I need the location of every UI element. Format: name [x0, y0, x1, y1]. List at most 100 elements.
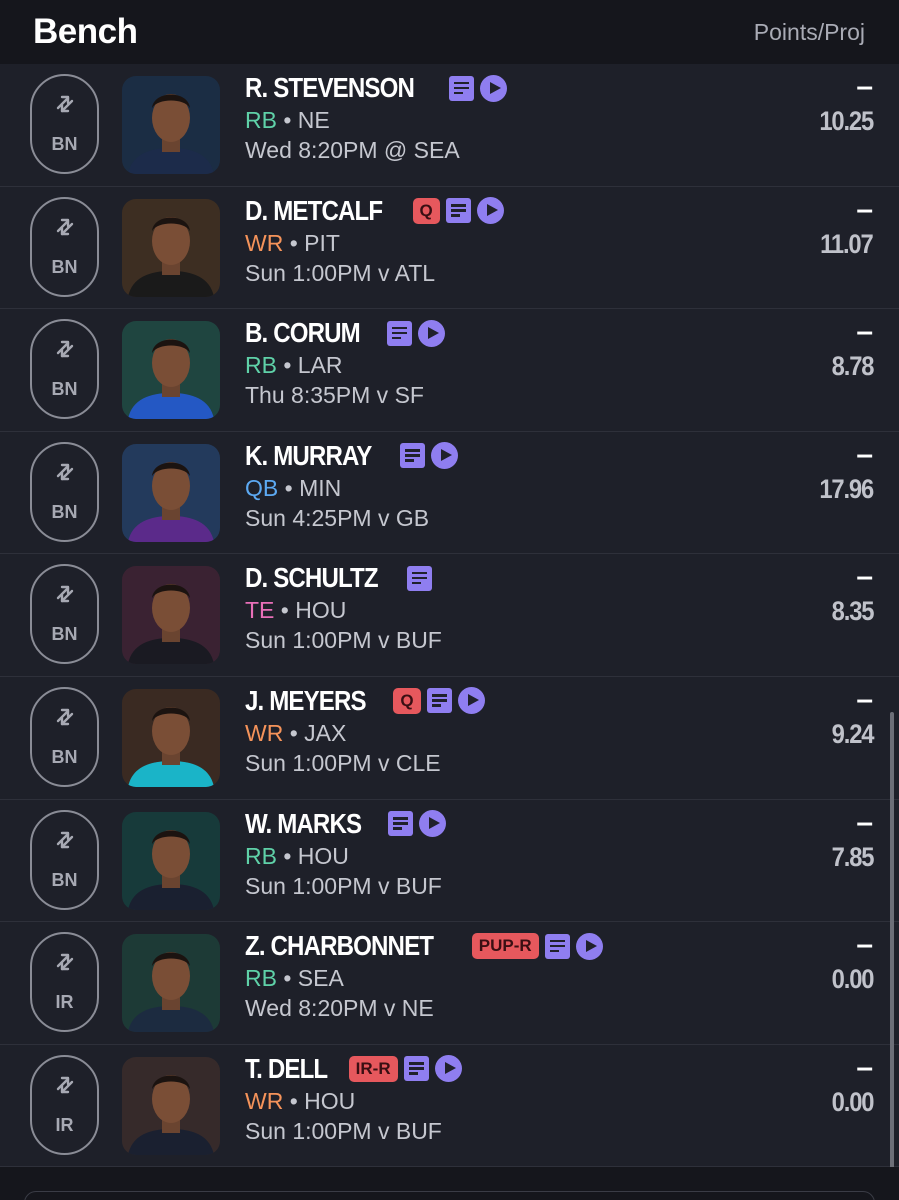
game-info: Sun 1:00PM v BUF	[245, 1117, 442, 1144]
actual-points: –	[856, 560, 873, 594]
player-row[interactable]: BN R. STEVENSON RB • NE Wed 8:20PM @ SEA	[0, 64, 899, 187]
swap-arrows-icon	[56, 463, 73, 480]
play-video-icon[interactable]	[480, 74, 508, 102]
actual-points: –	[856, 192, 873, 226]
player-name[interactable]: J. MEYERS	[245, 685, 367, 717]
actual-points: –	[856, 928, 873, 962]
points-projection: – 17.96	[812, 439, 874, 505]
player-avatar[interactable]	[122, 198, 220, 297]
player-name[interactable]: T. DELL	[245, 1053, 328, 1085]
play-video-icon[interactable]	[417, 319, 445, 347]
player-position-team: QB • MIN	[245, 473, 458, 503]
team: HOU	[304, 1087, 356, 1114]
player-row[interactable]: BN D. SCHULTZ TE • HOU Sun 1:00PM v BUF	[0, 554, 899, 677]
play-video-icon[interactable]	[575, 932, 603, 960]
projected-points: 8.78	[831, 351, 874, 382]
player-notes-icon[interactable]	[386, 320, 412, 346]
injury-status-badge: Q	[393, 687, 421, 714]
player-notes-icon[interactable]	[388, 811, 414, 837]
position: RB	[245, 842, 277, 869]
play-video-icon[interactable]	[431, 442, 459, 470]
player-notes-icon[interactable]	[407, 565, 433, 591]
slot-move-button[interactable]: BN	[30, 809, 99, 910]
player-name[interactable]: D. METCALF	[245, 195, 383, 227]
player-avatar[interactable]	[122, 811, 220, 910]
bottom-panel-card	[24, 1191, 875, 1200]
points-projection: – 10.25	[812, 72, 874, 137]
player-notes-icon[interactable]	[544, 933, 570, 959]
player-row[interactable]: BN D. METCALF Q WR • PIT Sun 1:00PM v AT…	[0, 187, 899, 310]
player-avatar[interactable]	[122, 443, 220, 542]
slot-label: BN	[51, 624, 78, 645]
player-name[interactable]: K. MURRAY	[245, 440, 372, 472]
play-video-icon[interactable]	[434, 1055, 462, 1083]
position: RB	[245, 965, 277, 992]
player-notes-icon[interactable]	[400, 443, 426, 469]
projected-points: 7.85	[831, 841, 874, 872]
slot-move-button[interactable]: BN	[30, 441, 99, 542]
player-row[interactable]: BN J. MEYERS Q WR • JAX Sun 1:00PM v CLE	[0, 677, 899, 800]
slot-move-button[interactable]: BN	[30, 564, 99, 665]
swap-arrows-icon	[56, 218, 73, 235]
slot-label: BN	[51, 501, 78, 522]
slot-label: BN	[51, 869, 78, 890]
player-info: W. MARKS RB • HOU Sun 1:00PM v BUF	[245, 806, 447, 901]
player-name[interactable]: R. STEVENSON	[245, 72, 415, 104]
player-avatar[interactable]	[122, 321, 220, 420]
player-info: T. DELL IR-R WR • HOU Sun 1:00PM v BUF	[245, 1051, 462, 1146]
swap-arrows-icon	[56, 95, 73, 113]
points-projection: – 0.00	[826, 1050, 874, 1118]
slot-move-button[interactable]: IR	[30, 932, 99, 1033]
player-notes-icon[interactable]	[445, 198, 471, 224]
scrollbar[interactable]	[890, 712, 894, 1200]
player-row[interactable]: BN B. CORUM RB • LAR Thu 8:35PM v SF – 8…	[0, 309, 899, 432]
team: JAX	[304, 719, 347, 746]
slot-move-button[interactable]: BN	[30, 319, 99, 420]
swap-arrows-icon	[56, 340, 73, 358]
slot-move-button[interactable]: BN	[30, 686, 99, 787]
player-position-team: WR • JAX	[245, 718, 485, 748]
team: SEA	[297, 965, 344, 992]
team: HOU	[295, 597, 347, 624]
player-name[interactable]: D. SCHULTZ	[245, 562, 379, 594]
slot-move-button[interactable]: BN	[30, 196, 99, 297]
position: RB	[245, 107, 277, 133]
player-name[interactable]: B. CORUM	[245, 317, 361, 349]
game-info: Sun 1:00PM v BUF	[245, 627, 442, 654]
player-notes-icon[interactable]	[403, 1056, 429, 1082]
slot-label: BN	[51, 746, 78, 767]
separator-dot: •	[289, 719, 305, 746]
points-proj-column-label: Points/Proj	[753, 18, 865, 45]
play-video-icon[interactable]	[419, 810, 447, 838]
player-row[interactable]: IR Z. CHARBONNET PUP-R RB • SEA Wed 8:20…	[0, 922, 899, 1045]
slot-move-button[interactable]: IR	[30, 1054, 99, 1155]
player-info: D. SCHULTZ TE • HOU Sun 1:00PM v BUF	[245, 560, 442, 655]
slot-label: IR	[55, 992, 74, 1013]
player-name[interactable]: W. MARKS	[245, 808, 362, 840]
actual-points: –	[856, 1050, 873, 1084]
player-info: J. MEYERS Q WR • JAX Sun 1:00PM v CLE	[245, 683, 485, 778]
play-video-icon[interactable]	[476, 197, 504, 225]
player-notes-icon[interactable]	[426, 688, 452, 714]
position: RB	[245, 352, 277, 379]
position: TE	[245, 597, 275, 624]
player-row[interactable]: IR T. DELL IR-R WR • HOU Sun 1:00PM v BU…	[0, 1045, 899, 1168]
game-info: Sun 1:00PM v BUF	[245, 872, 442, 899]
injury-status-badge: Q	[412, 197, 440, 224]
player-avatar[interactable]	[122, 566, 220, 665]
position: WR	[245, 1087, 284, 1114]
player-row[interactable]: BN W. MARKS RB • HOU Sun 1:00PM v BUF – …	[0, 800, 899, 923]
player-avatar[interactable]	[122, 76, 220, 174]
slot-move-button[interactable]: BN	[30, 74, 99, 174]
player-name[interactable]: Z. CHARBONNET	[245, 930, 434, 962]
injury-status-badge: IR-R	[348, 1055, 398, 1082]
player-notes-icon[interactable]	[449, 75, 475, 101]
player-avatar[interactable]	[122, 934, 220, 1033]
player-avatar[interactable]	[122, 688, 220, 787]
swap-arrows-icon	[56, 586, 73, 603]
play-video-icon[interactable]	[457, 687, 485, 715]
player-avatar[interactable]	[122, 1056, 220, 1155]
swap-arrows-icon	[56, 1076, 73, 1093]
player-row[interactable]: BN K. MURRAY QB • MIN Sun 4:25PM v GB – …	[0, 432, 899, 555]
game-info: Wed 8:20PM v NE	[245, 995, 434, 1022]
